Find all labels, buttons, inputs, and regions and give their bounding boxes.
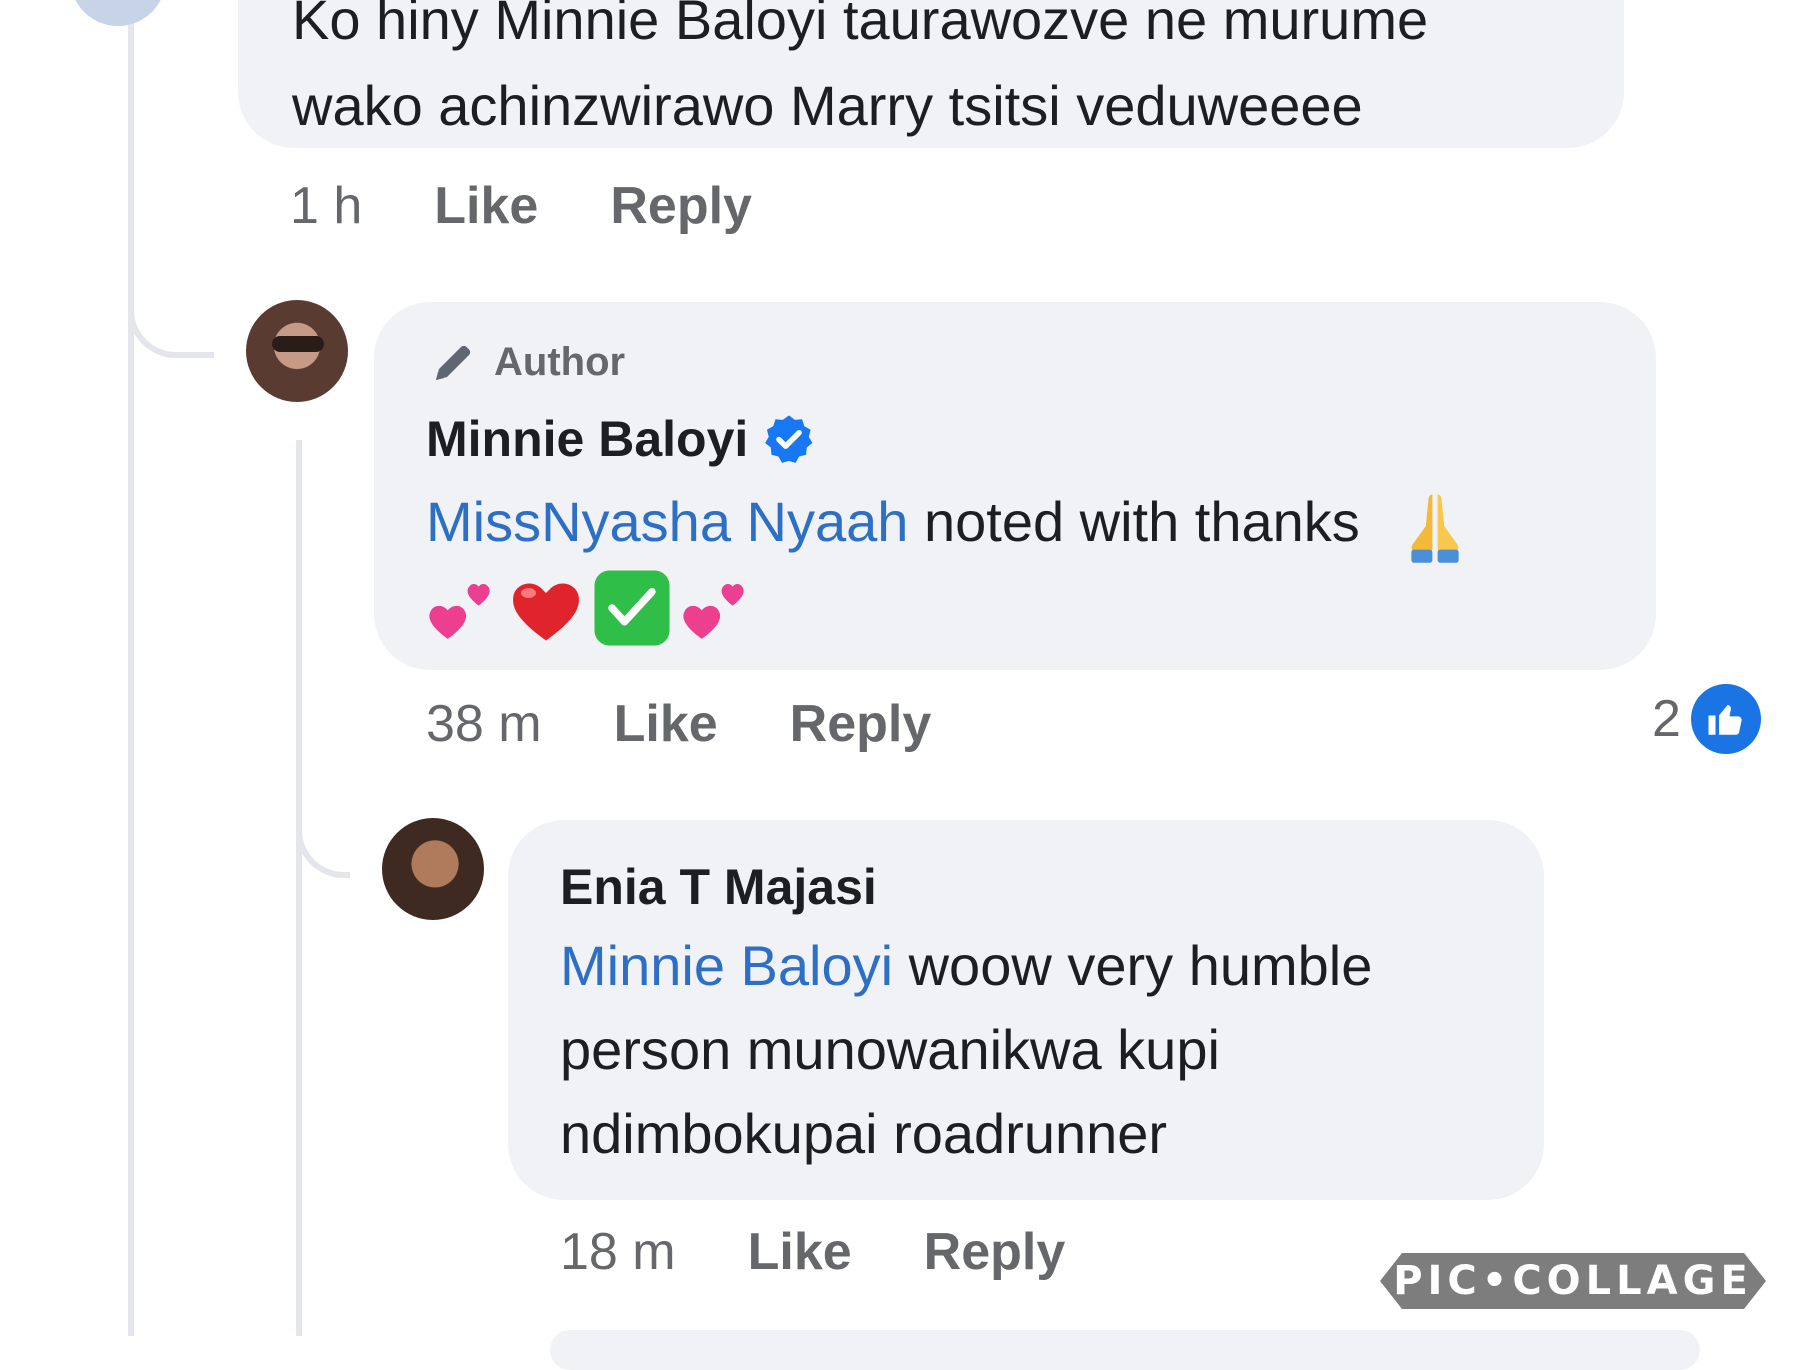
folded-hands-icon — [1393, 484, 1477, 568]
top-comment-actions: 1 h Like Reply — [290, 176, 752, 236]
avatar-enia-t-majasi[interactable] — [382, 818, 484, 920]
two-hearts-icon-2 — [678, 570, 754, 646]
top-comment-bubble: Ko hiny Minnie Baloyi taurawozve ne muru… — [238, 0, 1624, 148]
avatar-top-commenter[interactable] — [70, 0, 166, 26]
author-emoji-row — [424, 568, 754, 648]
author-name[interactable]: Minnie Baloyi — [426, 410, 748, 468]
author-reply-time: 38 m — [426, 695, 542, 753]
avatar-minnie-baloyi[interactable] — [246, 300, 348, 402]
thread-line-author — [296, 440, 302, 1336]
author-reply-text: MissNyasha Nyaah noted with thanks — [426, 480, 1477, 568]
top-comment-reply-button[interactable]: Reply — [610, 176, 752, 236]
sunglasses-shape — [272, 336, 324, 352]
author-badge: Author — [430, 338, 625, 386]
top-comment-like-button[interactable]: Like — [434, 176, 538, 236]
nested-reply-line1-text: woow very humble — [893, 934, 1373, 997]
nested-reply-line1: Minnie Baloyi woow very humble — [560, 924, 1372, 1008]
mention-minnie-baloyi[interactable]: Minnie Baloyi — [560, 934, 893, 997]
thread-connector-2 — [296, 820, 350, 878]
author-reply-reply-button[interactable]: Reply — [790, 694, 932, 754]
red-heart-icon — [506, 568, 586, 648]
verified-badge-icon — [762, 412, 816, 466]
top-comment-line1: Ko hiny Minnie Baloyi taurawozve ne muru… — [292, 0, 1429, 51]
nested-reply-line2: person munowanikwa kupi — [560, 1018, 1220, 1081]
thread-line-main — [128, 20, 134, 1336]
nested-reply-like-button[interactable]: Like — [748, 1222, 852, 1282]
like-reaction-icon — [1690, 684, 1761, 754]
author-reply-actions: 38 m Like Reply — [426, 694, 931, 754]
author-reply-like-button[interactable]: Like — [614, 694, 718, 754]
nested-reply-actions: 18 m Like Reply — [560, 1222, 1065, 1282]
nested-reply-bubble: Enia T Majasi Minnie Baloyi woow very hu… — [508, 820, 1544, 1200]
author-name-row: Minnie Baloyi — [426, 410, 816, 468]
author-reply-reactions[interactable]: 2 — [1652, 684, 1761, 754]
top-comment-line2: wako achinzwirawo Marry tsitsi veduweeee — [292, 74, 1363, 137]
top-comment-time: 1 h — [290, 177, 363, 235]
next-bubble-edge — [550, 1330, 1700, 1370]
thread-connector-1 — [128, 300, 214, 358]
nested-reply-reply-button[interactable]: Reply — [924, 1222, 1066, 1282]
author-reply-bubble: Author Minnie Baloyi MissNyasha Nyaah no… — [374, 302, 1656, 670]
two-hearts-icon — [424, 570, 500, 646]
author-badge-label: Author — [494, 339, 626, 384]
mention-missnyasha[interactable]: MissNyasha Nyaah — [426, 490, 908, 553]
nested-reply-author[interactable]: Enia T Majasi — [560, 858, 877, 916]
nested-reply-line3: ndimbokupai roadrunner — [560, 1102, 1168, 1165]
author-reply-body: noted with thanks — [908, 490, 1360, 553]
pic-collage-watermark: PIC•COLLAGE — [1380, 1253, 1766, 1309]
nested-reply-time: 18 m — [560, 1223, 676, 1281]
reaction-count: 2 — [1652, 690, 1681, 748]
check-mark-button-icon — [592, 568, 672, 648]
pencil-icon — [430, 338, 478, 386]
